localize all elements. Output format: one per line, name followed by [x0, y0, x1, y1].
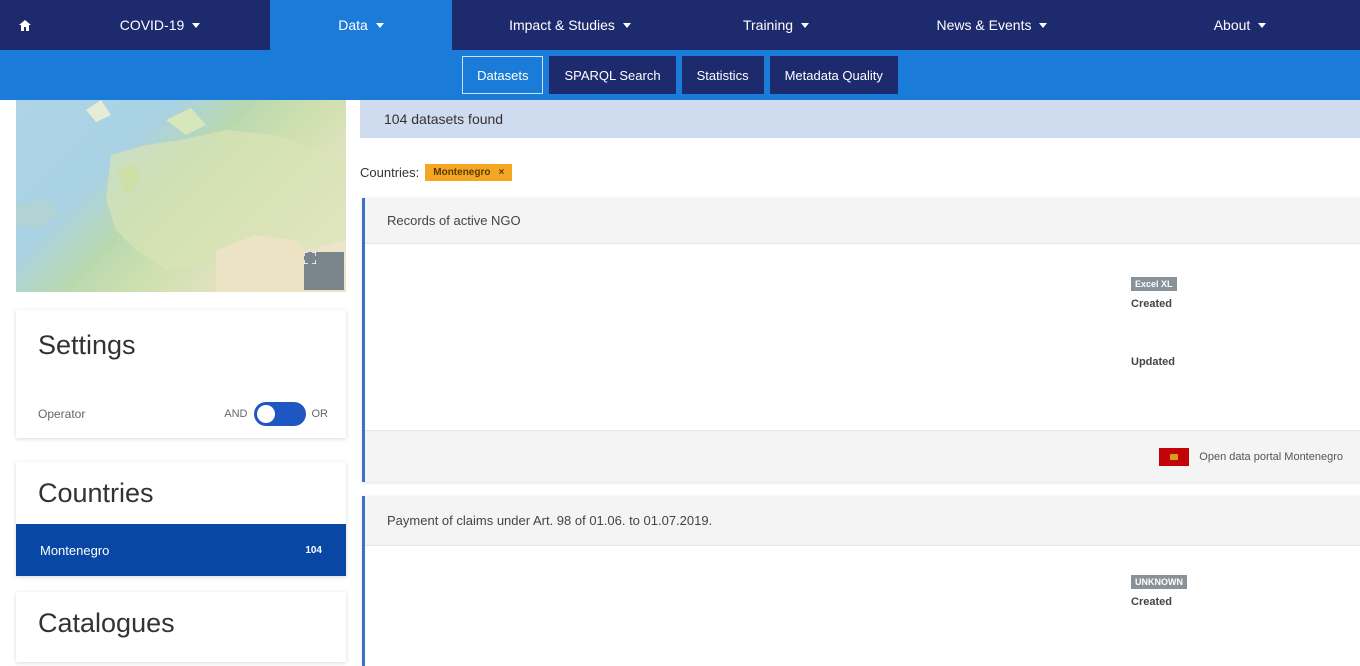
nav-news-events[interactable]: News & Events — [864, 0, 1120, 50]
dataset-footer: Open data portal Montenegro — [365, 430, 1360, 482]
nav-training[interactable]: Training — [688, 0, 864, 50]
filter-chip-label: Montenegro — [433, 166, 491, 178]
chevron-down-icon — [375, 22, 384, 28]
dataset-title[interactable]: Records of active NGO — [365, 198, 1360, 244]
filter-chip-montenegro[interactable]: Montenegro × — [425, 163, 513, 181]
dataset-card[interactable]: Records of active NGO Excel XL Created U… — [362, 198, 1360, 482]
montenegro-flag-icon — [1159, 447, 1190, 466]
nav-impact-studies[interactable]: Impact & Studies — [452, 0, 688, 50]
format-badge: UNKNOWN — [1131, 575, 1187, 589]
chevron-down-icon — [1258, 22, 1267, 28]
dataset-meta: Excel XL Created Updated — [1131, 274, 1177, 368]
sub-navigation: Datasets SPARQL Search Statistics Metada… — [0, 50, 1360, 100]
operator-row: Operator AND OR — [38, 402, 328, 426]
operator-label: Operator — [38, 407, 86, 421]
nav-data[interactable]: Data — [270, 0, 452, 50]
chevron-down-icon — [622, 22, 631, 28]
operator-toggle[interactable] — [253, 402, 306, 426]
fullscreen-icon — [304, 252, 316, 264]
nav-covid19[interactable]: COVID-19 — [50, 0, 270, 50]
results-count: 104 datasets found — [384, 111, 504, 127]
tab-metadata-quality[interactable]: Metadata Quality — [769, 56, 898, 94]
nav-covid19-label: COVID-19 — [119, 17, 185, 33]
fullscreen-button[interactable] — [304, 252, 344, 290]
countries-title: Countries — [38, 478, 154, 508]
europe-map-graphic — [16, 100, 346, 292]
chevron-down-icon — [1039, 22, 1048, 28]
nav-about[interactable]: About — [1120, 0, 1360, 50]
countries-panel: Countries Montenegro 104 — [16, 462, 346, 576]
dataset-card[interactable]: Payment of claims under Art. 98 of 01.06… — [362, 496, 1360, 666]
country-count: 104 — [305, 544, 322, 556]
nav-training-label: Training — [742, 17, 794, 33]
tab-datasets[interactable]: Datasets — [462, 56, 544, 94]
country-map[interactable] — [16, 100, 346, 292]
catalogues-title: Catalogues — [38, 608, 175, 638]
home-icon — [19, 19, 31, 31]
nav-impact-studies-label: Impact & Studies — [509, 17, 615, 33]
toggle-knob — [256, 405, 275, 423]
nav-news-events-label: News & Events — [936, 17, 1032, 33]
filter-label: Countries: — [360, 164, 420, 180]
updated-label: Updated — [1131, 356, 1175, 368]
nav-about-label: About — [1213, 17, 1251, 33]
country-name: Montenegro — [40, 542, 110, 558]
format-badge: Excel XL — [1131, 277, 1177, 291]
chevron-down-icon — [801, 22, 810, 28]
dataset-meta: UNKNOWN Created — [1131, 572, 1187, 608]
created-label: Created — [1131, 596, 1172, 608]
nav-data-label: Data — [338, 17, 368, 33]
country-item-montenegro[interactable]: Montenegro 104 — [16, 524, 346, 576]
tab-statistics[interactable]: Statistics — [681, 56, 764, 94]
operator-and-label: AND — [224, 408, 248, 420]
catalogue-link[interactable]: Open data portal Montenegro — [1199, 451, 1343, 463]
operator-or-label: OR — [311, 408, 329, 420]
dataset-title[interactable]: Payment of claims under Art. 98 of 01.06… — [365, 496, 1360, 546]
active-filters: Countries: Montenegro × — [360, 160, 513, 184]
close-icon[interactable]: × — [498, 167, 504, 178]
results-count-bar: 104 datasets found — [360, 100, 1360, 138]
settings-panel: Settings Operator AND OR — [16, 310, 346, 438]
created-label: Created — [1131, 298, 1172, 310]
chevron-down-icon — [192, 22, 201, 28]
main-navigation: COVID-19 Data Impact & Studies Training … — [0, 0, 1360, 50]
settings-title: Settings — [38, 330, 136, 360]
tab-sparql-search[interactable]: SPARQL Search — [549, 56, 676, 94]
home-link[interactable] — [0, 0, 50, 50]
